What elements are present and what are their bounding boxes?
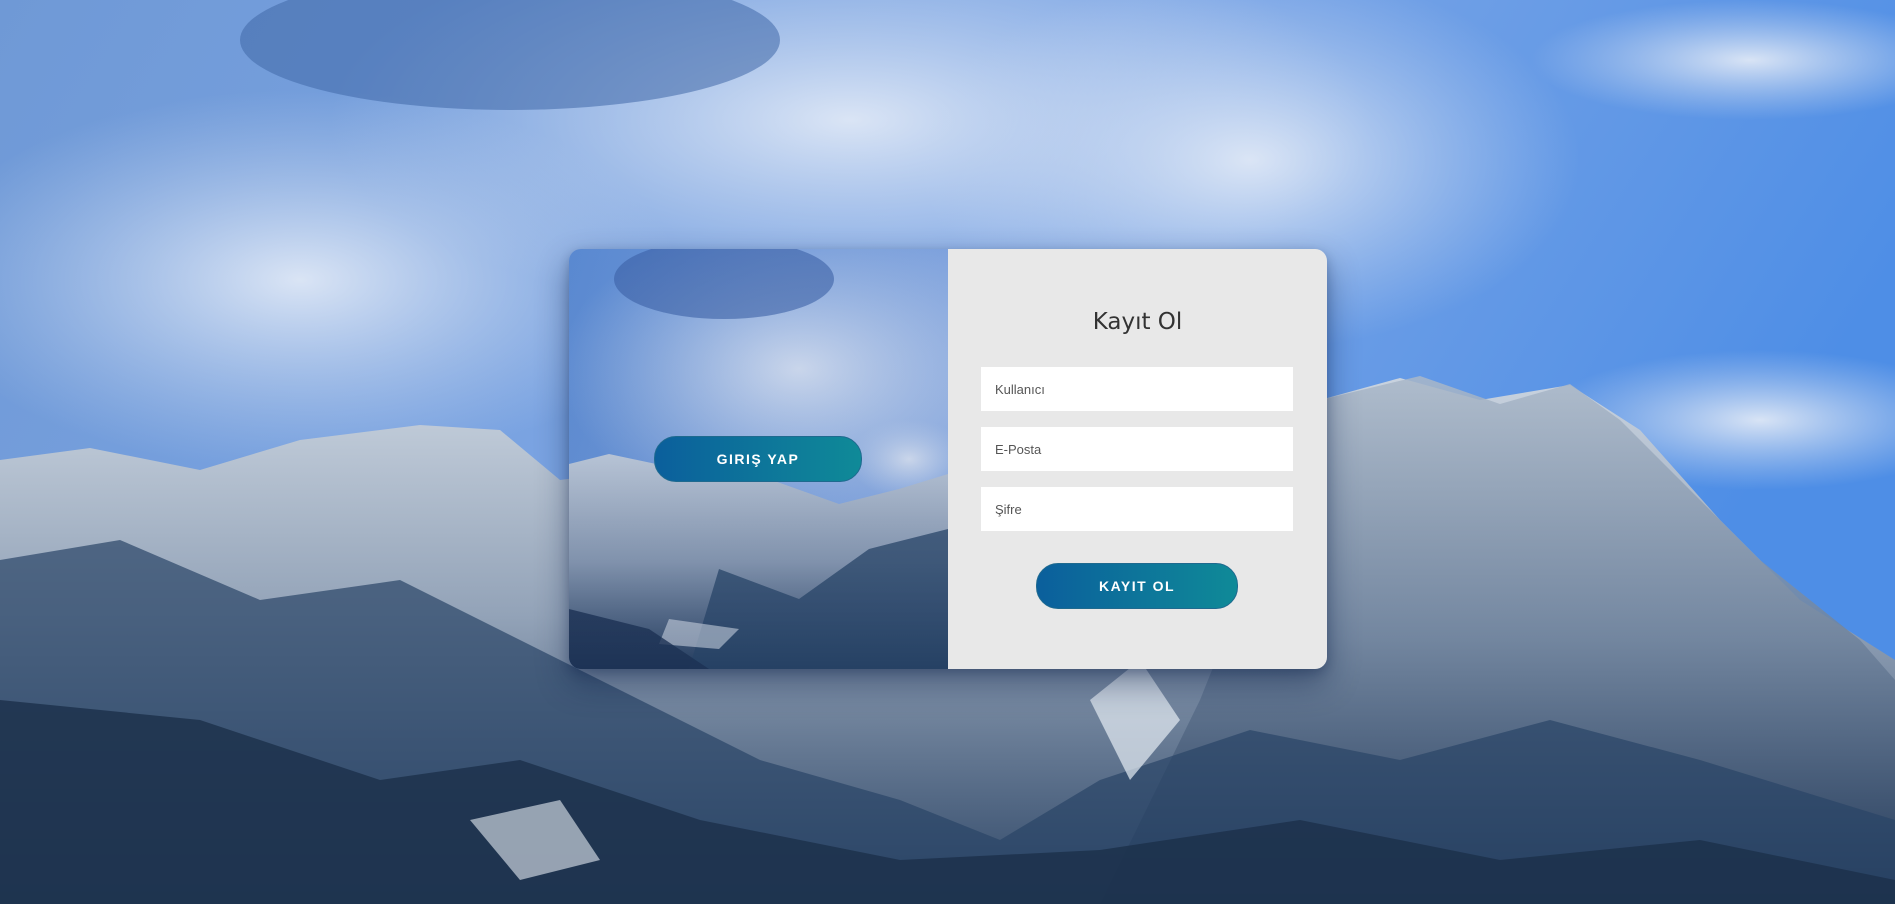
email-field[interactable] bbox=[981, 427, 1293, 471]
auth-card: GIRIŞ YAP Kayıt Ol KAYIT OL bbox=[569, 249, 1327, 669]
password-field[interactable] bbox=[981, 487, 1293, 531]
signup-title: Kayıt Ol bbox=[1092, 309, 1183, 335]
signin-button[interactable]: GIRIŞ YAP bbox=[654, 436, 862, 482]
signup-form: Kayıt Ol KAYIT OL bbox=[948, 249, 1327, 669]
signup-button[interactable]: KAYIT OL bbox=[1036, 563, 1238, 609]
signin-panel: GIRIŞ YAP bbox=[569, 249, 948, 669]
username-field[interactable] bbox=[981, 367, 1293, 411]
